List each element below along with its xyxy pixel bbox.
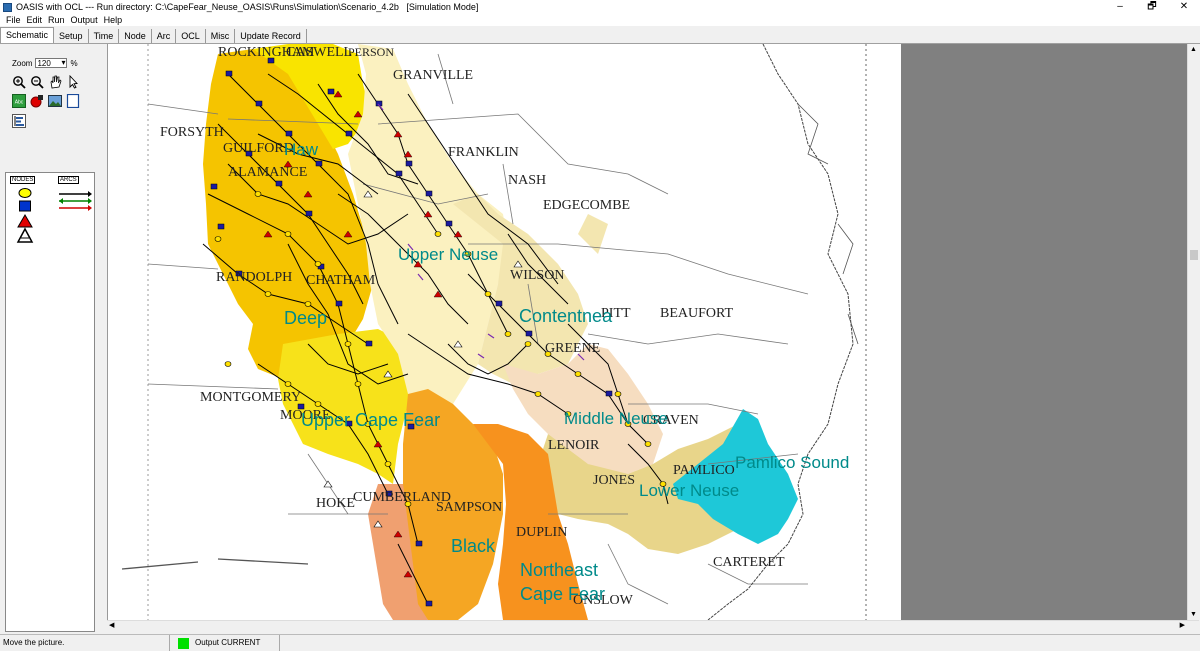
zoom-label: Zoom [12,58,33,68]
schematic-canvas[interactable]: ROCKINGHAM CASWELL PERSON GRANVILLE FORS… [107,44,1188,620]
basin-label: Cape Fear [520,584,605,604]
tab-bar: Schematic Setup Time Node Arc OCL Misc U… [0,27,1200,44]
svg-text:Abc: Abc [15,100,24,106]
page-tool-icon[interactable] [66,94,80,108]
image-tool-icon[interactable] [48,94,62,108]
basin-label: Northeast [520,560,598,580]
tab-misc[interactable]: Misc [206,29,236,43]
basin-label: Pamlico Sound [735,453,849,472]
zoom-out-icon[interactable] [30,75,44,89]
vertical-scrollbar[interactable]: ▲ ▼ [1187,44,1200,620]
minimize-button[interactable]: – [1104,0,1136,14]
tab-setup[interactable]: Setup [54,29,89,43]
menu-help[interactable]: Help [104,15,123,25]
scroll-left-icon[interactable]: ◀ [109,621,114,629]
county-label: MONTGOMERY [200,390,301,405]
county-label: RANDOLPH [216,270,292,285]
tab-node[interactable]: Node [119,29,152,43]
scroll-up-icon[interactable]: ▲ [1190,46,1197,53]
window-controls: – 🗗 ✕ [1104,0,1200,14]
status-bar: Move the picture. Output CURRENT [0,634,1200,651]
reservoir-node-icon [19,200,31,212]
arcs-legend-label: ARCS [58,176,79,184]
label-toggle-icon[interactable]: Abc [12,94,26,108]
county-label: SAMPSON [436,500,502,515]
county-label: JONES [593,473,635,488]
basin-map[interactable]: ROCKINGHAM CASWELL PERSON GRANVILLE FORS… [108,44,901,620]
county-label: PAMLICO [673,463,735,478]
node-tool-icon[interactable] [30,94,44,108]
county-label: BEAUFORT [660,306,734,321]
junction-node-icon [18,188,32,198]
basin-label: Lower Neuse [639,481,739,500]
basin-label: Upper Cape Fear [301,410,440,430]
county-label: ALAMANCE [228,165,307,180]
demand-node-icon [17,214,33,228]
county-label: NASH [508,173,546,188]
basin-label: Middle Neuse [564,409,668,428]
scroll-right-icon[interactable]: ▶ [1180,621,1185,629]
county-label: FRANKLIN [448,145,519,160]
basin-label: Contentnea [519,306,613,326]
output-status-label: Output CURRENT [195,635,280,651]
tab-ocl[interactable]: OCL [176,29,206,43]
horizontal-scrollbar[interactable]: ◀ ▶ [107,620,1199,632]
menu-edit[interactable]: Edit [27,15,43,25]
window-title: OASIS with OCL --- Run directory: C:\Cap… [16,2,479,12]
restore-button[interactable]: 🗗 [1136,0,1168,14]
scroll-down-icon[interactable]: ▼ [1190,611,1197,618]
canvas-background [901,44,1188,620]
basin-label: Upper Neuse [398,245,498,264]
close-button[interactable]: ✕ [1168,0,1200,14]
pointer-icon[interactable] [66,75,80,89]
tab-schematic[interactable]: Schematic [0,27,55,43]
zoom-control: Zoom 120 % [12,58,78,68]
basin-label: Black [451,536,496,556]
county-label: GREENE [545,341,600,356]
basin-label: Haw [284,140,319,159]
return-node-icon [16,227,34,243]
county-label: GRANVILLE [393,68,473,83]
nodes-legend-label: NODES [10,176,36,184]
menu-output[interactable]: Output [71,15,98,25]
tab-arc[interactable]: Arc [152,29,177,43]
county-label: EDGECOMBE [543,198,630,213]
menu-bar: File Edit Run Output Help [0,14,1200,26]
zoom-value: 120 [37,59,51,68]
county-label: PERSON [348,45,394,59]
status-message: Move the picture. [0,635,170,651]
zoom-in-icon[interactable] [12,75,26,89]
zoom-unit: % [70,58,78,68]
align-tool-icon[interactable] [12,114,26,128]
arc-types-legend [59,191,92,211]
pan-hand-icon[interactable] [48,75,62,89]
vertical-scroll-thumb[interactable] [1190,250,1198,260]
county-label: CHATHAM [306,273,376,288]
tab-update-record[interactable]: Update Record [235,29,307,43]
menu-run[interactable]: Run [48,15,65,25]
title-bar: OASIS with OCL --- Run directory: C:\Cap… [0,0,1200,14]
county-label: WILSON [510,268,564,283]
node-types-legend [16,188,34,243]
county-label: CARTERET [713,555,785,570]
node-arc-legend: NODES ARCS [5,172,95,632]
tool-panel: Zoom 120 % Abc NODES ARCS [0,44,100,632]
county-label: FORSYTH [160,125,224,140]
zoom-select[interactable]: 120 [35,58,68,68]
output-status-indicator [178,637,189,649]
county-label: CASWELL [286,45,352,60]
tab-time[interactable]: Time [89,29,120,43]
menu-file[interactable]: File [6,15,21,25]
app-icon [3,2,12,12]
county-label: LENOIR [548,438,600,453]
county-label: HOKE [316,496,355,511]
basin-label: Deep [284,308,327,328]
county-label: DUPLIN [516,525,567,540]
